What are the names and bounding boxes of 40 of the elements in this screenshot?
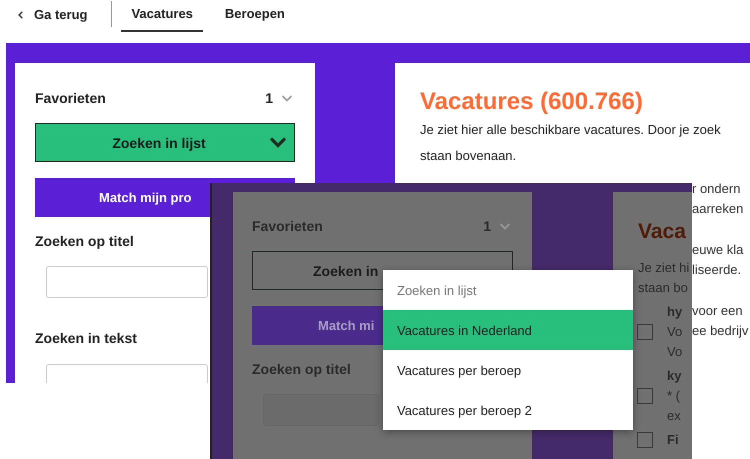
result-text: liseerde.: [692, 261, 742, 279]
favorites-label: Favorieten: [252, 218, 323, 234]
result-title: ky: [667, 367, 682, 385]
favorites-label: Favorieten: [35, 90, 106, 106]
menu-item[interactable]: Vacatures per beroep 2: [383, 390, 633, 430]
result-text: ee bedrijv: [692, 322, 750, 340]
result-checkbox[interactable]: [637, 432, 653, 448]
result-title: hy: [667, 303, 682, 321]
result-text: ex: [667, 407, 682, 425]
result-text: aarreken: [692, 200, 744, 218]
result-text: euwe kla: [692, 241, 744, 259]
intro-text: Je ziet hi: [638, 259, 690, 277]
list-select[interactable]: Zoeken in lijst: [35, 123, 295, 162]
favorites-count: 1: [265, 90, 273, 106]
menu-item[interactable]: Vacatures per beroep: [383, 350, 633, 390]
result-text: Vo: [667, 343, 682, 361]
page-title: Vacatures (600.766): [420, 87, 644, 117]
back-link[interactable]: Ga terug: [12, 0, 92, 29]
chevron-down-icon: [283, 96, 291, 100]
field-label: Zoeken op titel: [35, 232, 134, 250]
field-label: Zoeken op titel: [252, 360, 351, 378]
result-title: Fi: [667, 431, 679, 449]
field-label: Zoeken in tekst: [35, 329, 137, 347]
intro-text: staan bovenaan.: [420, 147, 518, 165]
result-checkbox[interactable]: [637, 388, 653, 404]
menu-item[interactable]: Vacatures in Nederland: [383, 310, 633, 350]
nav-tab[interactable]: Beroepen: [214, 0, 295, 32]
result-text: r ondern: [692, 180, 742, 198]
chevron-down-icon: [501, 224, 509, 228]
result-text: * (: [667, 387, 681, 405]
favorites-count: 1: [483, 218, 491, 234]
intro-text: staan bo: [638, 279, 689, 297]
back-chevron-icon: [16, 10, 25, 20]
result-text: voor een: [692, 302, 744, 320]
result-text: Vo: [667, 323, 682, 341]
intro-text: Je ziet hier alle beschikbare vacatures. Door je zoek: [420, 121, 722, 139]
nav-tab[interactable]: Vacatures: [121, 0, 203, 32]
chevron-down-icon: [272, 139, 284, 146]
result-checkbox[interactable]: [637, 324, 653, 340]
page-title: Vaca: [638, 219, 686, 245]
